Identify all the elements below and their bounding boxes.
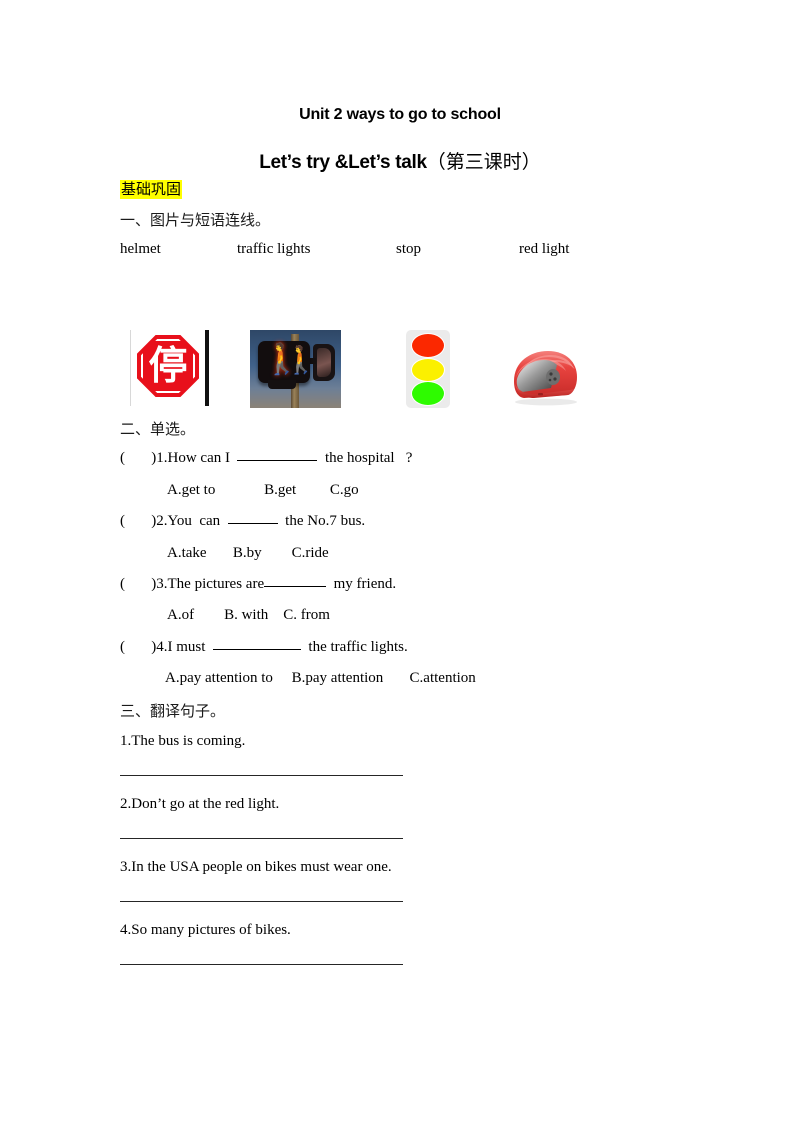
translate-answer-line-4[interactable] (120, 964, 403, 965)
mc-options-1[interactable]: A.get to B.get C.go (167, 482, 359, 499)
page-subtitle-en: Let’s try &Let’s talk (259, 152, 427, 173)
red-standing-person-icon: 🚶 (263, 345, 300, 377)
highlight-label: 基础巩固 (120, 180, 183, 199)
section-3-heading: 三、翻译句子。 (120, 702, 226, 720)
page-subtitle: Let’s try &Let’s talk（第三课时） (0, 147, 800, 174)
mc-options-2[interactable]: A.take B.by C.ride (167, 545, 329, 562)
pedestrian-signal-image: 🚶 🚶 (250, 330, 341, 408)
mc-question-text-1a: How can I (167, 450, 238, 466)
mc-question-text-2a: You can (167, 513, 228, 529)
translate-sentence-2: 2.Don’t go at the red light. (120, 796, 280, 812)
traffic-light-green-lamp (411, 381, 445, 406)
page-title: Unit 2 ways to go to school (299, 106, 501, 123)
vocab-word-traffic-lights: traffic lights (237, 241, 311, 257)
mc-blank-4[interactable] (212, 649, 301, 650)
mc-question-1: ( )1.How can I the hospital ? (120, 450, 412, 467)
page-subtitle-cn: （第三课时） (426, 151, 541, 173)
mc-question-text-4b: the traffic lights. (300, 639, 408, 655)
vocab-word-red-light: red light (519, 241, 570, 257)
mc-blank-1[interactable] (237, 460, 318, 461)
mc-options-4[interactable]: A.pay attention to B.pay attention C.att… (165, 670, 476, 687)
mc-blank-3[interactable] (264, 586, 327, 587)
traffic-light-red-lamp (411, 333, 445, 358)
section-2-heading: 二、单选。 (120, 420, 196, 438)
mc-question-text-2b: the No.7 bus. (277, 513, 366, 529)
translate-sentence-1: 1.The bus is coming. (120, 733, 246, 749)
stop-sign-edge-bar (205, 330, 209, 406)
traffic-light-yellow-lamp (411, 358, 445, 382)
signal-side-lens (317, 348, 331, 377)
mc-answer-paren-2[interactable]: ( ) (120, 513, 156, 529)
traffic-light-icon (406, 330, 450, 408)
vocab-word-stop: stop (396, 241, 422, 257)
translate-answer-line-3[interactable] (120, 901, 403, 902)
mc-question-number-4: 4. (156, 639, 168, 655)
mc-options-3[interactable]: A.of B. with C. from (167, 607, 330, 624)
stop-sign-image: 停 (130, 330, 209, 406)
mc-question-number-1: 1. (156, 450, 168, 466)
mc-question-number-2: 2. (156, 513, 168, 529)
vocab-word-helmet: helmet (120, 241, 161, 257)
mc-question-text-4a: I must (167, 639, 213, 655)
translate-sentence-4: 4.So many pictures of bikes. (120, 922, 291, 938)
mc-question-3: ( )3.The pictures are my friend. (120, 576, 396, 593)
translate-answer-line-1[interactable] (120, 775, 403, 776)
mc-question-number-3: 3. (156, 576, 168, 592)
translate-answer-line-2[interactable] (120, 838, 403, 839)
dim-walking-person-icon: 🚶 (284, 346, 318, 376)
translate-sentence-3: 3.In the USA people on bikes must wear o… (120, 859, 392, 875)
mc-question-4: ( )4.I must the traffic lights. (120, 639, 408, 656)
helmet-svg (514, 351, 577, 406)
mc-question-2: ( )2.You can the No.7 bus. (120, 513, 365, 530)
red-helmet-image (508, 348, 580, 406)
mc-answer-paren-3[interactable]: ( ) (120, 576, 156, 592)
stop-sign-character: 停 (148, 342, 188, 389)
mc-question-text-1b: the hospital ? (317, 450, 413, 466)
mc-answer-paren-1[interactable]: ( ) (120, 450, 156, 466)
mc-answer-paren-4[interactable]: ( ) (120, 639, 156, 655)
mc-question-text-3b: my friend. (326, 576, 397, 592)
worksheet-page: Unit 2 ways to go to school Let’s try &L… (0, 0, 800, 1131)
mc-question-text-3a: The pictures are (167, 576, 265, 592)
mc-blank-2[interactable] (227, 523, 278, 524)
section-1-heading: 一、图片与短语连线。 (120, 211, 271, 229)
signal-base (268, 380, 296, 389)
